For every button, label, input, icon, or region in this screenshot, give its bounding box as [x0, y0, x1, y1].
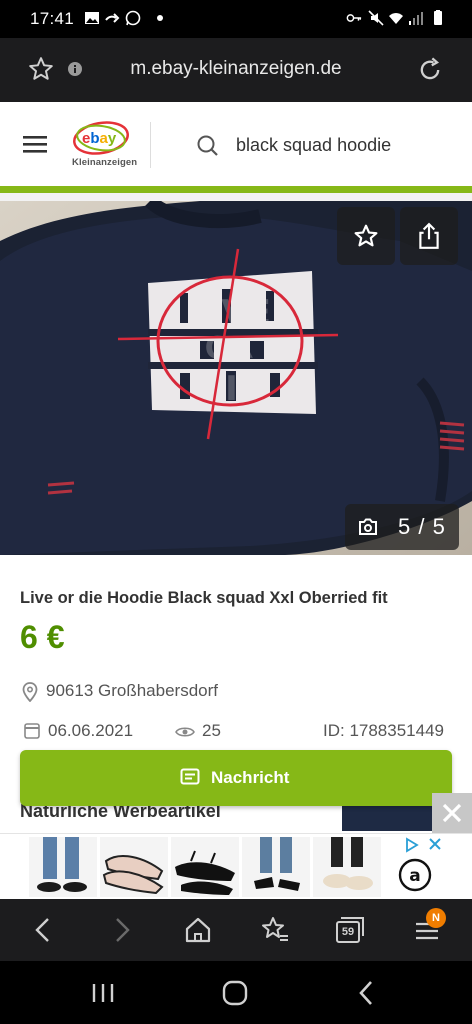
hamburger-menu-icon[interactable]: [23, 135, 49, 155]
close-icon: [442, 803, 462, 823]
url-text[interactable]: m.ebay-kleinanzeigen.de: [0, 58, 472, 80]
system-home-icon[interactable]: [221, 979, 249, 1007]
header-divider: [150, 122, 151, 168]
ad-product-2[interactable]: [100, 837, 168, 897]
menu-badge: N: [426, 908, 446, 928]
ad-close-small-icon[interactable]: [428, 837, 442, 851]
status-bar: 17:41: [0, 0, 472, 38]
photo-counter: 5 / 5: [345, 504, 459, 550]
whatsapp-icon: [125, 10, 141, 26]
wifi-icon: [389, 13, 403, 24]
browser-menu-button[interactable]: N: [414, 908, 446, 944]
listing-title: Live or die Hoodie Black squad Xxl Oberr…: [20, 589, 388, 607]
ad-shoe-image-4: [254, 837, 300, 891]
tabs-button[interactable]: 59: [335, 916, 365, 944]
ad-product-5[interactable]: [313, 837, 381, 897]
share-button[interactable]: [400, 207, 458, 265]
battery-icon: [434, 10, 442, 25]
browser-bottom-toolbar: 59 N: [0, 899, 472, 961]
eye-icon: [175, 727, 195, 737]
ad-shoe-image-2: [102, 855, 164, 895]
message-button-label: Nachricht: [211, 768, 290, 787]
listing-price: 6 €: [20, 619, 65, 655]
ad-banner[interactable]: a: [0, 833, 472, 899]
listing-location[interactable]: 90613 Großhabersdorf: [46, 681, 218, 701]
logo-word: ebay: [82, 130, 117, 147]
forward-arrow-icon[interactable]: [111, 917, 133, 943]
ad-shoe-image-1: [37, 837, 87, 892]
header-spacer: [0, 193, 472, 201]
signal-icon: [409, 12, 423, 25]
advertiser-logo-icon[interactable]: a: [398, 858, 432, 892]
ebay-kleinanzeigen-logo[interactable]: ebay Kleinanzeigen: [70, 120, 137, 172]
svg-text:a: a: [409, 866, 420, 886]
listing-id: ID: 1788351449: [323, 721, 444, 740]
mute-icon: [368, 10, 384, 26]
dot-icon: [157, 15, 163, 21]
system-navigation-bar: [0, 961, 472, 1024]
ad-shoe-image-3: [175, 850, 235, 895]
ad-product-4[interactable]: [242, 837, 310, 897]
recent-apps-icon[interactable]: [90, 981, 116, 1005]
image-icon: [85, 12, 99, 24]
photo-counter-text: 5 / 5: [398, 514, 446, 539]
search-icon[interactable]: [196, 134, 220, 158]
calendar-icon: [24, 723, 40, 739]
key-icon: [346, 14, 362, 22]
share-icon: [419, 222, 439, 249]
adchoices-icon[interactable]: [404, 837, 420, 853]
ad-product-3[interactable]: [171, 837, 239, 897]
call-forward-icon: [105, 13, 120, 23]
site-header: ebay Kleinanzeigen black squad hoodie: [0, 102, 472, 188]
home-icon[interactable]: [184, 916, 212, 944]
header-accent-line: [0, 186, 472, 193]
favorite-button[interactable]: [337, 207, 395, 265]
search-input[interactable]: black squad hoodie: [236, 135, 391, 156]
camera-icon: [359, 518, 377, 535]
ad-shoe-image-5: [323, 837, 373, 890]
ad-close-button[interactable]: [432, 793, 472, 833]
logo-subtitle: Kleinanzeigen: [72, 157, 138, 168]
bookmarks-icon[interactable]: [260, 916, 290, 944]
listing-details: Live or die Hoodie Black squad Xxl Oberr…: [0, 555, 472, 835]
chat-icon: [180, 768, 200, 785]
listing-views: 25: [202, 721, 221, 740]
status-time: 17:41: [30, 9, 75, 28]
screen: 17:41 m.ebay-kleinanzeigen.de ebay Klein…: [0, 0, 472, 1024]
listing-date: 06.06.2021: [48, 721, 134, 740]
browser-url-bar: m.ebay-kleinanzeigen.de: [0, 38, 472, 102]
logo-ring-icon: ebay: [73, 121, 129, 155]
message-button[interactable]: Nachricht: [20, 750, 452, 806]
reload-icon[interactable]: [416, 56, 444, 84]
system-back-icon[interactable]: [356, 979, 378, 1007]
ad-product-1[interactable]: [29, 837, 97, 897]
ads-thumbnail[interactable]: [342, 803, 432, 831]
star-icon: [354, 224, 378, 247]
back-arrow-icon[interactable]: [32, 917, 54, 943]
listing-photo[interactable]: LIVE OR DIE: [0, 201, 472, 555]
location-pin-icon: [22, 682, 38, 702]
tab-count: 59: [341, 926, 355, 938]
